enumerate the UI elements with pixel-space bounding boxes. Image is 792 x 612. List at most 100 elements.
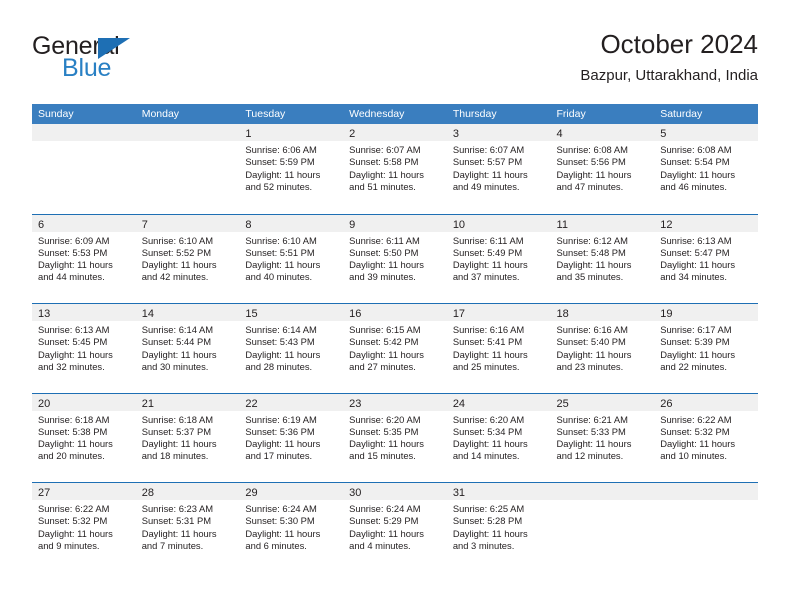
calendar-day-cell-30[interactable]: 30 Sunrise: 6:24 AM Sunset: 5:29 PM Dayligh… bbox=[343, 483, 447, 571]
calendar-day-cell-1[interactable]: 1 Sunrise: 6:06 AM Sunset: 5:59 PM Daylight… bbox=[239, 124, 344, 212]
calendar-day-cell-6[interactable]: 6 Sunrise: 6:09 AM Sunset: 5:53 PM Daylight… bbox=[32, 214, 136, 303]
calendar-day-cell-29[interactable]: 29 Sunrise: 6:24 AM Sunset: 5:30 PM Dayligh… bbox=[239, 483, 344, 571]
day-info-line: Sunset: 5:58 PM bbox=[349, 156, 419, 168]
calendar-day-cell-28[interactable]: 28 Sunrise: 6:23 AM Sunset: 5:31 PM Dayligh… bbox=[135, 483, 240, 571]
day-info-line: Sunset: 5:56 PM bbox=[556, 156, 626, 168]
day-info-line: and 30 minutes. bbox=[141, 360, 209, 372]
day-info-line: Sunrise: 6:15 AM bbox=[349, 324, 421, 335]
day-info-line: and 39 minutes. bbox=[349, 271, 416, 283]
calendar-day-cell-24[interactable]: 24 Sunrise: 6:20 AM Sunset: 5:34 PM Dayligh… bbox=[446, 393, 551, 482]
day-info-line: and 51 minutes. bbox=[349, 180, 416, 192]
day-sun-info: Sunrise: 6:15 AM Sunset: 5:42 PM Daylight:… bbox=[343, 321, 447, 373]
day-number-band bbox=[135, 124, 240, 141]
calendar-day-cell-16[interactable]: 16 Sunrise: 6:15 AM Sunset: 5:42 PM Dayligh… bbox=[343, 304, 447, 392]
calendar-day-cell-21[interactable]: 21 Sunrise: 6:18 AM Sunset: 5:37 PM Dayligh… bbox=[135, 393, 240, 482]
day-info-line: Daylight: 11 hours bbox=[38, 527, 113, 539]
day-number: 5 bbox=[660, 128, 667, 140]
day-info-line: Daylight: 11 hours bbox=[349, 348, 424, 360]
calendar-day-cell-13[interactable]: 13 Sunrise: 6:13 AM Sunset: 5:45 PM Dayligh… bbox=[32, 304, 136, 392]
day-info-line: Sunrise: 6:08 AM bbox=[556, 144, 628, 155]
calendar-day-cell-5[interactable]: 5 Sunrise: 6:08 AM Sunset: 5:54 PM Daylight… bbox=[654, 124, 758, 212]
day-info-line: Daylight: 11 hours bbox=[349, 527, 424, 539]
day-info-line: and 4 minutes. bbox=[349, 539, 411, 551]
day-sun-info bbox=[654, 500, 758, 503]
day-sun-info: Sunrise: 6:24 AM Sunset: 5:30 PM Daylight:… bbox=[239, 500, 343, 552]
calendar-day-cell-22[interactable]: 22 Sunrise: 6:19 AM Sunset: 5:36 PM Dayligh… bbox=[239, 393, 344, 482]
day-sun-info: Sunrise: 6:13 AM Sunset: 5:45 PM Daylight:… bbox=[32, 321, 136, 373]
day-number-band: 12 bbox=[654, 214, 758, 232]
day-info-line: and 27 minutes. bbox=[349, 360, 416, 372]
day-info-line: Daylight: 11 hours bbox=[245, 348, 321, 360]
day-sun-info: Sunrise: 6:17 AM Sunset: 5:39 PM Daylight:… bbox=[654, 321, 758, 373]
day-number-band: 14 bbox=[135, 304, 240, 321]
calendar-day-cell-20[interactable]: 20 Sunrise: 6:18 AM Sunset: 5:38 PM Dayligh… bbox=[32, 393, 136, 482]
calendar-day-cell-23[interactable]: 23 Sunrise: 6:20 AM Sunset: 5:35 PM Dayligh… bbox=[343, 393, 447, 482]
calendar-day-cell-8[interactable]: 8 Sunrise: 6:10 AM Sunset: 5:51 PM Daylight… bbox=[239, 214, 344, 303]
day-info-line: Sunset: 5:34 PM bbox=[452, 425, 523, 437]
day-sun-info: Sunrise: 6:07 AM Sunset: 5:57 PM Daylight:… bbox=[447, 141, 551, 193]
day-info-line: and 49 minutes. bbox=[452, 180, 520, 192]
day-info-line: and 15 minutes. bbox=[349, 450, 416, 462]
calendar-day-cell-3[interactable]: 3 Sunrise: 6:07 AM Sunset: 5:57 PM Daylight… bbox=[446, 124, 551, 212]
day-info-line: and 46 minutes. bbox=[660, 180, 727, 192]
day-info-line: Sunrise: 6:14 AM bbox=[141, 324, 214, 335]
day-number: 15 bbox=[245, 308, 258, 320]
day-sun-info bbox=[551, 500, 655, 503]
weekday-header-thursday: Thursday bbox=[452, 108, 497, 120]
calendar-day-cell-4[interactable]: 4 Sunrise: 6:08 AM Sunset: 5:56 PM Daylight… bbox=[550, 124, 655, 212]
day-number-band: 29 bbox=[239, 483, 344, 500]
day-number-band: 25 bbox=[550, 393, 655, 411]
calendar-day-cell-25[interactable]: 25 Sunrise: 6:21 AM Sunset: 5:33 PM Dayligh… bbox=[550, 393, 655, 482]
calendar-day-cell-11[interactable]: 11 Sunrise: 6:12 AM Sunset: 5:48 PM Dayligh… bbox=[550, 214, 655, 303]
day-info-line: Sunrise: 6:24 AM bbox=[349, 503, 421, 514]
day-number: 18 bbox=[556, 308, 569, 320]
calendar-day-cell-12[interactable]: 12 Sunrise: 6:13 AM Sunset: 5:47 PM Dayligh… bbox=[654, 214, 758, 303]
day-info-line: Sunrise: 6:07 AM bbox=[452, 144, 525, 155]
day-number: 28 bbox=[141, 487, 154, 499]
day-sun-info: Sunrise: 6:21 AM Sunset: 5:33 PM Daylight:… bbox=[551, 411, 655, 463]
calendar-day-cell-18[interactable]: 18 Sunrise: 6:16 AM Sunset: 5:40 PM Dayligh… bbox=[550, 304, 655, 392]
day-info-line: Sunrise: 6:16 AM bbox=[556, 324, 628, 335]
day-info-line: and 44 minutes. bbox=[38, 271, 105, 283]
day-info-line: Daylight: 11 hours bbox=[38, 348, 113, 360]
calendar-week-row: 20 Sunrise: 6:18 AM Sunset: 5:38 PM Dayligh… bbox=[32, 392, 758, 482]
day-sun-info: Sunrise: 6:16 AM Sunset: 5:41 PM Daylight:… bbox=[447, 321, 551, 373]
day-number-band: 2 bbox=[343, 124, 447, 141]
day-info-line: Daylight: 11 hours bbox=[141, 527, 217, 539]
day-number-band: 18 bbox=[550, 304, 655, 321]
calendar-day-cell-31[interactable]: 31 Sunrise: 6:25 AM Sunset: 5:28 PM Dayligh… bbox=[446, 483, 551, 571]
calendar-day-cell-19[interactable]: 19 Sunrise: 6:17 AM Sunset: 5:39 PM Dayligh… bbox=[654, 304, 758, 392]
day-info-line: Daylight: 11 hours bbox=[245, 259, 321, 271]
calendar-day-cell-2[interactable]: 2 Sunrise: 6:07 AM Sunset: 5:58 PM Daylight… bbox=[343, 124, 447, 212]
calendar-day-cell-17[interactable]: 17 Sunrise: 6:16 AM Sunset: 5:41 PM Dayligh… bbox=[446, 304, 551, 392]
calendar-day-cell-27[interactable]: 27 Sunrise: 6:22 AM Sunset: 5:32 PM Dayligh… bbox=[32, 483, 136, 571]
day-sun-info: Sunrise: 6:20 AM Sunset: 5:34 PM Daylight:… bbox=[447, 411, 551, 463]
day-info-line: Daylight: 11 hours bbox=[452, 259, 528, 271]
day-info-line: Sunset: 5:45 PM bbox=[38, 336, 108, 348]
day-info-line: and 18 minutes. bbox=[141, 450, 209, 462]
calendar-week-row: 6 Sunrise: 6:09 AM Sunset: 5:53 PM Daylight… bbox=[32, 213, 758, 303]
calendar-body: 1 Sunrise: 6:06 AM Sunset: 5:59 PM Daylight… bbox=[32, 124, 758, 572]
day-info-line: and 22 minutes. bbox=[660, 360, 727, 372]
weekday-header-wednesday: Wednesday bbox=[349, 108, 405, 120]
day-info-line: and 37 minutes. bbox=[452, 271, 520, 283]
day-info-line: Sunrise: 6:09 AM bbox=[38, 234, 110, 246]
calendar-day-cell-10[interactable]: 10 Sunrise: 6:11 AM Sunset: 5:49 PM Dayligh… bbox=[446, 214, 551, 303]
calendar-day-cell-7[interactable]: 7 Sunrise: 6:10 AM Sunset: 5:52 PM Daylight… bbox=[135, 214, 240, 303]
day-sun-info bbox=[32, 141, 136, 144]
general-blue-logo[interactable]: General Blue bbox=[32, 34, 262, 94]
day-info-line: Sunrise: 6:10 AM bbox=[141, 234, 214, 246]
day-info-line: Sunset: 5:51 PM bbox=[245, 246, 315, 258]
day-number: 30 bbox=[349, 487, 362, 499]
day-info-line: Sunrise: 6:14 AM bbox=[245, 324, 317, 335]
calendar-page: General Blue October 2024 Bazpur, Uttara… bbox=[0, 0, 792, 612]
day-info-line: and 3 minutes. bbox=[452, 539, 515, 551]
day-number-band: 4 bbox=[550, 124, 655, 141]
day-info-line: Sunrise: 6:07 AM bbox=[349, 144, 421, 155]
calendar-day-cell-empty bbox=[32, 124, 136, 212]
day-sun-info bbox=[136, 141, 240, 144]
calendar-day-cell-9[interactable]: 9 Sunrise: 6:11 AM Sunset: 5:50 PM Daylight… bbox=[343, 214, 447, 303]
calendar-day-cell-26[interactable]: 26 Sunrise: 6:22 AM Sunset: 5:32 PM Dayligh… bbox=[654, 393, 758, 482]
calendar-day-cell-14[interactable]: 14 Sunrise: 6:14 AM Sunset: 5:44 PM Dayligh… bbox=[135, 304, 240, 392]
calendar-day-cell-15[interactable]: 15 Sunrise: 6:14 AM Sunset: 5:43 PM Dayligh… bbox=[239, 304, 344, 392]
